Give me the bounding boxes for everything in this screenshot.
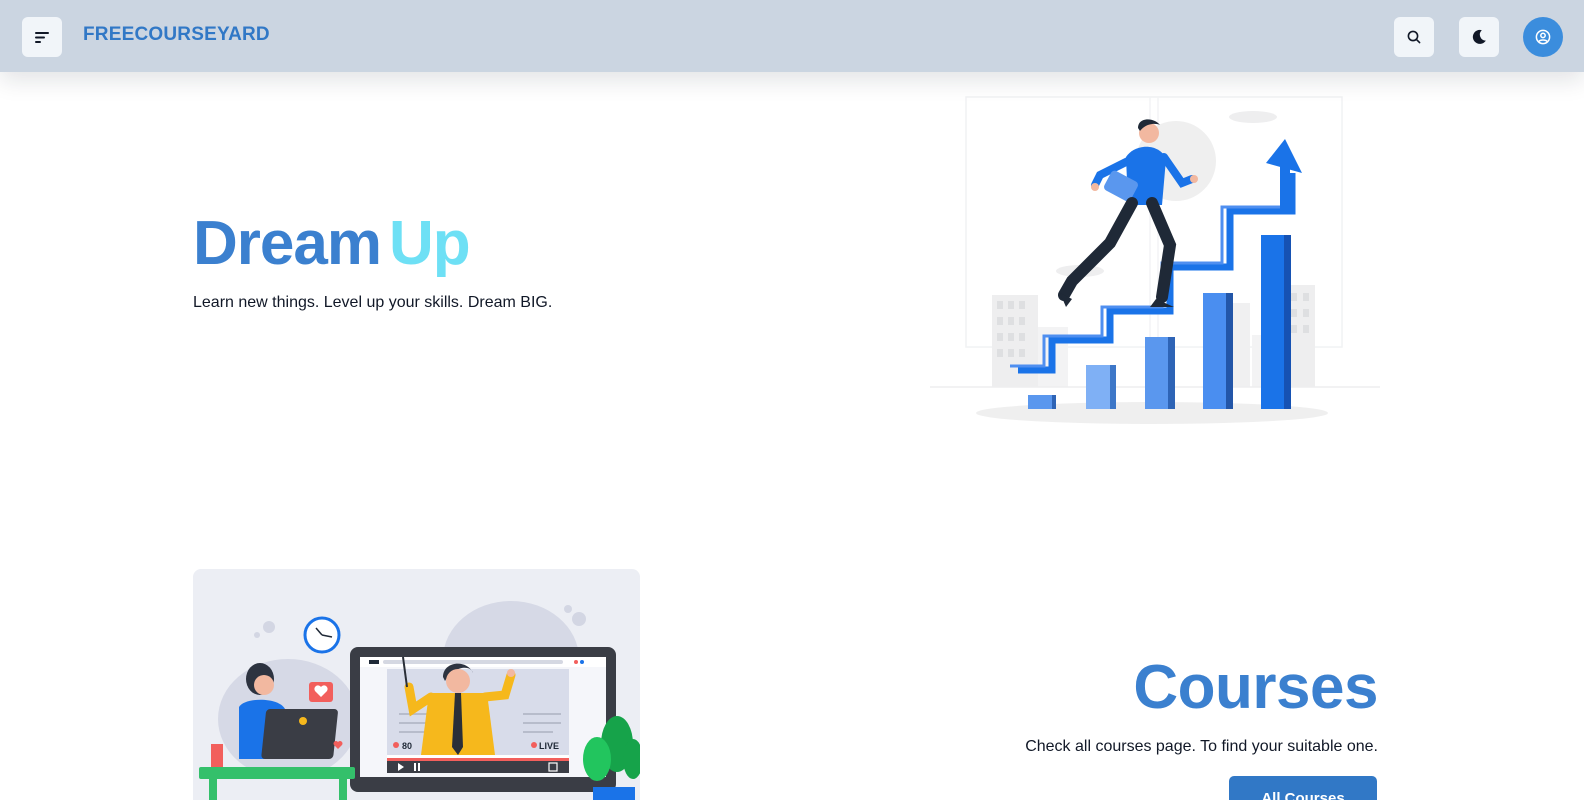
user-circle-icon (1535, 29, 1551, 45)
hero-title-dream: Dream (193, 209, 382, 278)
search-button[interactable] (1394, 17, 1434, 57)
menu-button[interactable] (22, 17, 62, 57)
hero-title: Dream Up (193, 208, 471, 280)
online-class-art: 80 LIVE (199, 601, 640, 800)
courses-subtitle: Check all courses page. To find your sui… (1025, 738, 1378, 755)
online-class-illustration: 80 LIVE (193, 569, 640, 800)
live-label: LIVE (539, 741, 559, 751)
hero-title-up: Up (389, 209, 471, 278)
brand-logo[interactable]: FREECOURSEYARD (83, 24, 270, 46)
menu-icon (35, 32, 49, 43)
growth-stairs-illustration (930, 96, 1380, 424)
hero-subtitle: Learn new things. Level up your skills. … (193, 294, 553, 311)
search-icon (1407, 30, 1421, 44)
top-navbar: FREECOURSEYARD (0, 0, 1584, 72)
all-courses-button[interactable]: All Courses (1229, 776, 1377, 800)
theme-toggle-button[interactable] (1459, 17, 1499, 57)
viewer-count: 80 (402, 741, 412, 751)
account-button[interactable] (1523, 17, 1563, 57)
moon-icon (1472, 29, 1486, 44)
courses-title: Courses (1133, 653, 1378, 722)
